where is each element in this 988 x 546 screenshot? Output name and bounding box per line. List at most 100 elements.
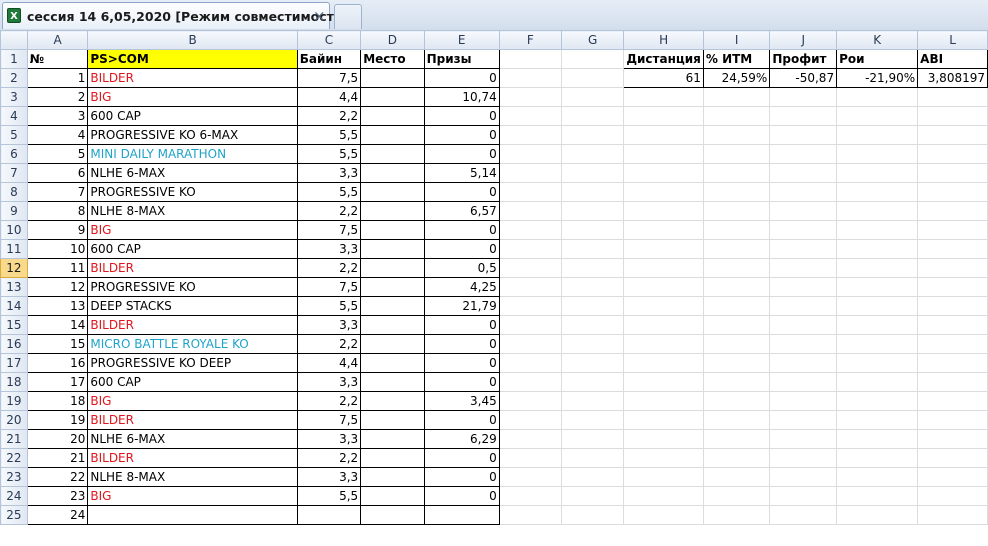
cell-J18[interactable] <box>769 372 838 392</box>
cell-C3[interactable]: 4,4 <box>296 87 362 107</box>
cell-L8[interactable] <box>917 182 988 202</box>
cell-E6[interactable]: 0 <box>423 144 500 164</box>
cell-B22[interactable]: BILDER <box>87 448 298 468</box>
cell-B8[interactable]: PROGRESSIVE KO <box>87 182 298 202</box>
cell-H22[interactable] <box>623 448 704 468</box>
cell-E23[interactable]: 0 <box>423 467 500 487</box>
cell-G10[interactable] <box>560 220 625 240</box>
row-header-5[interactable]: 5 <box>0 125 28 145</box>
row-header-1[interactable]: 1 <box>0 49 28 69</box>
cell-A19[interactable]: 18 <box>26 391 89 411</box>
row-header-21[interactable]: 21 <box>0 429 28 449</box>
cell-E8[interactable]: 0 <box>423 182 500 202</box>
cell-F25[interactable] <box>498 505 562 525</box>
cell-D3[interactable] <box>360 87 425 107</box>
cell-E3[interactable]: 10,74 <box>423 87 500 107</box>
row-header-24[interactable]: 24 <box>0 486 28 506</box>
cell-F20[interactable] <box>498 410 562 430</box>
cell-A20[interactable]: 19 <box>26 410 89 430</box>
cell-C20[interactable]: 7,5 <box>296 410 362 430</box>
cell-J7[interactable] <box>769 163 838 183</box>
cell-B17[interactable]: PROGRESSIVE KO DEEP <box>87 353 298 373</box>
cell-I25[interactable] <box>702 505 771 525</box>
cell-E15[interactable]: 0 <box>423 315 500 335</box>
cell-L14[interactable] <box>917 296 988 316</box>
cell-I4[interactable] <box>702 106 771 126</box>
cell-K13[interactable] <box>836 277 919 297</box>
cell-K17[interactable] <box>836 353 919 373</box>
cell-I21[interactable] <box>702 429 771 449</box>
row-header-23[interactable]: 23 <box>0 467 28 487</box>
cell-A13[interactable]: 12 <box>26 277 89 297</box>
cell-C12[interactable]: 2,2 <box>296 258 362 278</box>
column-header-D[interactable]: D <box>360 30 425 50</box>
cell-K25[interactable] <box>836 505 919 525</box>
cell-K7[interactable] <box>836 163 919 183</box>
cell-J4[interactable] <box>769 106 838 126</box>
cell-G9[interactable] <box>560 201 625 221</box>
cell-C22[interactable]: 2,2 <box>296 448 362 468</box>
cell-I24[interactable] <box>702 486 771 506</box>
cell-L10[interactable] <box>917 220 988 240</box>
cell-A24[interactable]: 23 <box>26 486 89 506</box>
row-header-17[interactable]: 17 <box>0 353 28 373</box>
cell-A7[interactable]: 6 <box>26 163 89 183</box>
cell-H25[interactable] <box>623 505 704 525</box>
cell-G23[interactable] <box>560 467 625 487</box>
row-header-10[interactable]: 10 <box>0 220 28 240</box>
cell-K2[interactable]: -21,90% <box>836 68 919 88</box>
column-header-L[interactable]: L <box>917 30 988 50</box>
cell-I15[interactable] <box>702 315 771 335</box>
cell-L18[interactable] <box>917 372 988 392</box>
cell-F18[interactable] <box>498 372 562 392</box>
cell-A17[interactable]: 16 <box>26 353 89 373</box>
cell-B3[interactable]: BIG <box>87 87 298 107</box>
cell-F8[interactable] <box>498 182 562 202</box>
cell-H20[interactable] <box>623 410 704 430</box>
cell-J5[interactable] <box>769 125 838 145</box>
cell-G17[interactable] <box>560 353 625 373</box>
cell-D10[interactable] <box>360 220 425 240</box>
cell-C7[interactable]: 3,3 <box>296 163 362 183</box>
cell-C8[interactable]: 5,5 <box>296 182 362 202</box>
cell-D18[interactable] <box>360 372 425 392</box>
cell-C2[interactable]: 7,5 <box>296 68 362 88</box>
cell-A5[interactable]: 4 <box>26 125 89 145</box>
cell-B25[interactable] <box>87 505 298 525</box>
cell-D13[interactable] <box>360 277 425 297</box>
cell-G5[interactable] <box>560 125 625 145</box>
cell-B11[interactable]: 600 CAP <box>87 239 298 259</box>
cell-D22[interactable] <box>360 448 425 468</box>
cell-G13[interactable] <box>560 277 625 297</box>
cell-L19[interactable] <box>917 391 988 411</box>
cell-I22[interactable] <box>702 448 771 468</box>
cell-F13[interactable] <box>498 277 562 297</box>
cell-H17[interactable] <box>623 353 704 373</box>
cell-H15[interactable] <box>623 315 704 335</box>
cell-I12[interactable] <box>702 258 771 278</box>
cell-C19[interactable]: 2,2 <box>296 391 362 411</box>
cell-L3[interactable] <box>917 87 988 107</box>
cell-E20[interactable]: 0 <box>423 410 500 430</box>
row-header-3[interactable]: 3 <box>0 87 28 107</box>
cell-F17[interactable] <box>498 353 562 373</box>
cell-G25[interactable] <box>560 505 625 525</box>
cell-B13[interactable]: PROGRESSIVE KO <box>87 277 298 297</box>
cell-E12[interactable]: 0,5 <box>423 258 500 278</box>
column-header-B[interactable]: B <box>87 30 298 50</box>
cell-E4[interactable]: 0 <box>423 106 500 126</box>
cell-H1[interactable]: Дистанция <box>623 49 704 69</box>
cell-K21[interactable] <box>836 429 919 449</box>
cell-L9[interactable] <box>917 201 988 221</box>
cell-D17[interactable] <box>360 353 425 373</box>
cell-F6[interactable] <box>498 144 562 164</box>
cell-F23[interactable] <box>498 467 562 487</box>
cell-H12[interactable] <box>623 258 704 278</box>
cell-I5[interactable] <box>702 125 771 145</box>
cell-J13[interactable] <box>769 277 838 297</box>
row-header-20[interactable]: 20 <box>0 410 28 430</box>
cell-D6[interactable] <box>360 144 425 164</box>
cell-J15[interactable] <box>769 315 838 335</box>
cell-G8[interactable] <box>560 182 625 202</box>
cell-G15[interactable] <box>560 315 625 335</box>
